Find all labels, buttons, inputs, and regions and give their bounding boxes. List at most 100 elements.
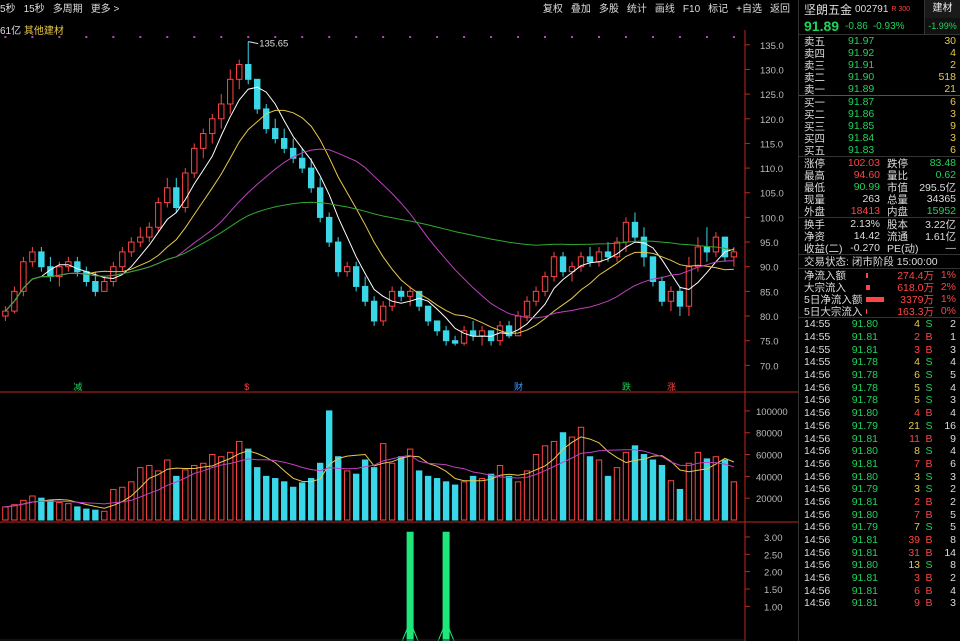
candle-body[interactable] bbox=[667, 290, 675, 302]
candle-body[interactable] bbox=[325, 216, 333, 243]
event-marker[interactable]: $ bbox=[244, 382, 249, 392]
candle-body[interactable] bbox=[263, 108, 270, 130]
candle-body[interactable] bbox=[523, 300, 531, 317]
tick-time: 14:55 bbox=[804, 318, 831, 331]
event-marker[interactable]: 减 bbox=[73, 381, 82, 392]
price-tick-label: 100.0 bbox=[760, 213, 784, 224]
candle-body[interactable] bbox=[281, 137, 288, 149]
stat-value: — bbox=[945, 242, 957, 254]
kline-chart[interactable]: 135.0 130.0 125.0 120.0 115.0 110.0 105.0 100.0… bbox=[0, 0, 798, 641]
event-marker[interactable]: 涨 bbox=[667, 382, 676, 392]
tick-time: 14:56 bbox=[804, 521, 831, 534]
volume-bar bbox=[550, 440, 558, 521]
candle-body[interactable] bbox=[406, 290, 414, 297]
candle-body[interactable] bbox=[20, 261, 27, 292]
event-dot bbox=[58, 36, 61, 38]
candle-body[interactable] bbox=[128, 241, 135, 253]
candle-body[interactable] bbox=[604, 251, 612, 258]
candle-body[interactable] bbox=[209, 118, 216, 135]
candle-body[interactable] bbox=[649, 256, 657, 283]
candle-body[interactable] bbox=[730, 251, 738, 258]
candle-body[interactable] bbox=[559, 256, 567, 273]
stats-block-2: 换手 2.13% 股本 3.22亿 净资 14.42 流通 1.61亿 收益(二) -0.270 P… bbox=[799, 218, 960, 255]
volume-bar bbox=[155, 470, 162, 521]
event-dot bbox=[301, 36, 304, 38]
candle-body[interactable] bbox=[227, 78, 234, 105]
chart-area[interactable]: 5秒 15秒 多周期 更多 > 复权 叠加 多股 统计 画线 F10 标记 +自选 返回 61亿 其他… bbox=[0, 0, 798, 641]
tick-side: B bbox=[925, 508, 933, 521]
candle-body[interactable] bbox=[694, 246, 702, 268]
orderbook-row[interactable]: 买五 91.83 6 bbox=[799, 144, 960, 157]
candle-body[interactable] bbox=[137, 236, 144, 243]
tick-time: 14:56 bbox=[804, 445, 831, 458]
candle-body[interactable] bbox=[622, 221, 630, 243]
volume-bar bbox=[290, 486, 297, 521]
candle-body[interactable] bbox=[272, 128, 279, 139]
candle-body[interactable] bbox=[119, 251, 126, 268]
candle-body[interactable] bbox=[676, 290, 684, 307]
candle-body[interactable] bbox=[631, 221, 639, 238]
candle-body[interactable] bbox=[703, 246, 711, 253]
candle-body[interactable] bbox=[550, 256, 558, 278]
tick-count: 4 bbox=[950, 445, 956, 458]
candle-body[interactable] bbox=[236, 64, 243, 80]
candle-body[interactable] bbox=[478, 330, 486, 337]
event-dot bbox=[409, 36, 412, 38]
candle-body[interactable] bbox=[541, 276, 549, 292]
candle-body[interactable] bbox=[307, 167, 315, 189]
candle-body[interactable] bbox=[173, 187, 180, 209]
candle-body[interactable] bbox=[218, 103, 225, 120]
tick-side: B bbox=[925, 546, 933, 559]
candle-body[interactable] bbox=[658, 281, 666, 302]
candle-body[interactable] bbox=[245, 64, 252, 80]
candle-body[interactable] bbox=[200, 133, 207, 149]
stat-value: 90.99 bbox=[853, 181, 880, 193]
candle-body[interactable] bbox=[29, 251, 36, 263]
candle-body[interactable] bbox=[712, 236, 720, 253]
event-marker[interactable]: 跌 bbox=[622, 382, 631, 392]
candle-body[interactable] bbox=[110, 266, 117, 283]
stat-value: 18413 bbox=[850, 205, 880, 217]
candle-body[interactable] bbox=[191, 147, 198, 174]
candle-body[interactable] bbox=[685, 266, 693, 307]
candle-body[interactable] bbox=[361, 285, 369, 302]
candle-body[interactable] bbox=[164, 187, 171, 204]
candle-body[interactable] bbox=[38, 251, 45, 268]
orderbook-row[interactable]: 卖一 91.89 21 bbox=[799, 83, 960, 96]
stat-value: 94.60 bbox=[853, 169, 880, 181]
candle-body[interactable] bbox=[92, 281, 99, 292]
candle-body[interactable] bbox=[451, 340, 459, 344]
volume-bar bbox=[658, 464, 666, 521]
candle-body[interactable] bbox=[442, 330, 450, 342]
candle-body[interactable] bbox=[83, 271, 90, 283]
candle-body[interactable] bbox=[298, 157, 306, 169]
candle-body[interactable] bbox=[532, 290, 540, 302]
candle-body[interactable] bbox=[424, 305, 432, 322]
indicator-spike bbox=[442, 531, 450, 641]
candle-body[interactable] bbox=[334, 241, 342, 273]
candle-body[interactable] bbox=[155, 202, 162, 228]
candle-body[interactable] bbox=[74, 261, 81, 273]
tick-list[interactable]: 14:55 91.80 4 S 2 14:55 91.81 2 B 1 14:55 91.81 3 B 3 1… bbox=[799, 318, 960, 610]
candle-body[interactable] bbox=[2, 310, 9, 317]
tick-time: 14:56 bbox=[804, 470, 831, 483]
candle-body[interactable] bbox=[254, 78, 261, 110]
candle-body[interactable] bbox=[146, 226, 153, 238]
event-dot bbox=[328, 36, 331, 38]
candle-body[interactable] bbox=[352, 266, 360, 287]
event-dot bbox=[651, 36, 654, 38]
event-marker[interactable]: 财 bbox=[514, 381, 523, 392]
candle-body[interactable] bbox=[388, 290, 396, 307]
candle-body[interactable] bbox=[379, 305, 387, 322]
candle-body[interactable] bbox=[469, 330, 477, 337]
candle-body[interactable] bbox=[370, 300, 378, 322]
candle-body[interactable] bbox=[640, 236, 648, 258]
candle-body[interactable] bbox=[397, 290, 405, 297]
candle-body[interactable] bbox=[343, 266, 351, 273]
candle-body[interactable] bbox=[586, 256, 594, 263]
candle-body[interactable] bbox=[433, 320, 441, 332]
candle-body[interactable] bbox=[595, 251, 603, 263]
candle-body[interactable] bbox=[101, 281, 108, 292]
sector-tag-button[interactable]: 建材 bbox=[924, 0, 960, 18]
tick-price: 91.81 bbox=[851, 343, 878, 356]
